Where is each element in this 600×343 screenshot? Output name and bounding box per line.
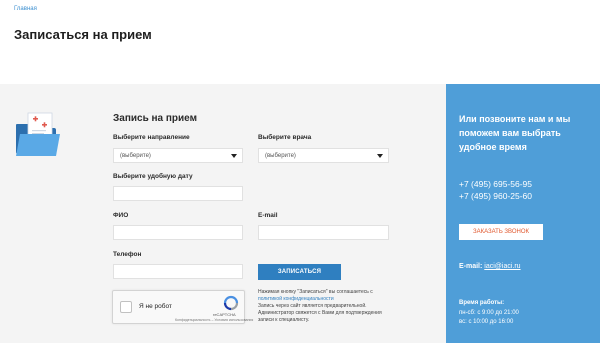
doctor-select-value: (выберите) — [265, 153, 296, 159]
phone-number[interactable]: +7 (495) 960-25-60 — [459, 191, 532, 201]
phone-label: Телефон — [113, 251, 142, 258]
callback-button[interactable]: ЗАКАЗАТЬ ЗВОНОК — [459, 224, 543, 240]
recaptcha-widget: Я не робот reCAPTCHA Конфиденциальность … — [112, 290, 253, 324]
working-hours-line: вс: с 10:00 до 16:00 — [459, 319, 514, 325]
recaptcha-label: Я не робот — [139, 303, 172, 310]
working-hours-title: Время работы: — [459, 300, 505, 306]
fio-input[interactable] — [113, 225, 243, 240]
contact-email-label: E-mail: — [459, 263, 483, 270]
submit-button[interactable]: ЗАПИСАТЬСЯ — [258, 264, 341, 280]
form-title: Запись на прием — [113, 113, 198, 124]
chevron-down-icon — [377, 154, 383, 158]
date-input[interactable] — [113, 186, 243, 201]
consent-text-part2: Запись через сайт является предварительн… — [258, 303, 382, 323]
recaptcha-icon — [223, 295, 239, 311]
privacy-policy-link[interactable]: политикой конфиденциальности — [258, 296, 334, 302]
email-label: E-mail — [258, 212, 278, 219]
contact-email-link[interactable]: iaci@iaci.ru — [484, 263, 520, 270]
page-title: Записаться на прием — [14, 27, 152, 42]
recaptcha-checkbox[interactable] — [120, 301, 132, 313]
fio-label: ФИО — [113, 212, 129, 219]
folder-medical-icon — [16, 112, 60, 156]
direction-select[interactable]: (выберите) — [113, 148, 243, 163]
doctor-label: Выберите врача — [258, 134, 312, 141]
email-input[interactable] — [258, 225, 389, 240]
consent-text: Нажимая кнопку "Записаться" вы соглашает… — [258, 289, 388, 324]
phone-input[interactable] — [113, 264, 243, 279]
consent-text-part1: Нажимая кнопку "Записаться" вы соглашает… — [258, 289, 373, 295]
contact-email: E-mail: iaci@iaci.ru — [459, 263, 521, 270]
date-label: Выберите удобную дату — [113, 173, 193, 180]
recaptcha-links[interactable]: Конфиденциальность – Условия использован… — [175, 318, 253, 322]
direction-label: Выберите направление — [113, 134, 190, 141]
recaptcha-brand: reCAPTCHA — [213, 312, 236, 317]
breadcrumb[interactable]: Главная — [14, 6, 37, 12]
direction-select-value: (выберите) — [120, 153, 151, 159]
doctor-select[interactable]: (выберите) — [258, 148, 389, 163]
chevron-down-icon — [231, 154, 237, 158]
phone-number[interactable]: +7 (495) 695-56-95 — [459, 179, 532, 189]
working-hours-line: пн-сб: с 9:00 до 21:00 — [459, 310, 519, 316]
contact-heading: Или позвоните нам и мы поможем вам выбра… — [459, 114, 571, 152]
